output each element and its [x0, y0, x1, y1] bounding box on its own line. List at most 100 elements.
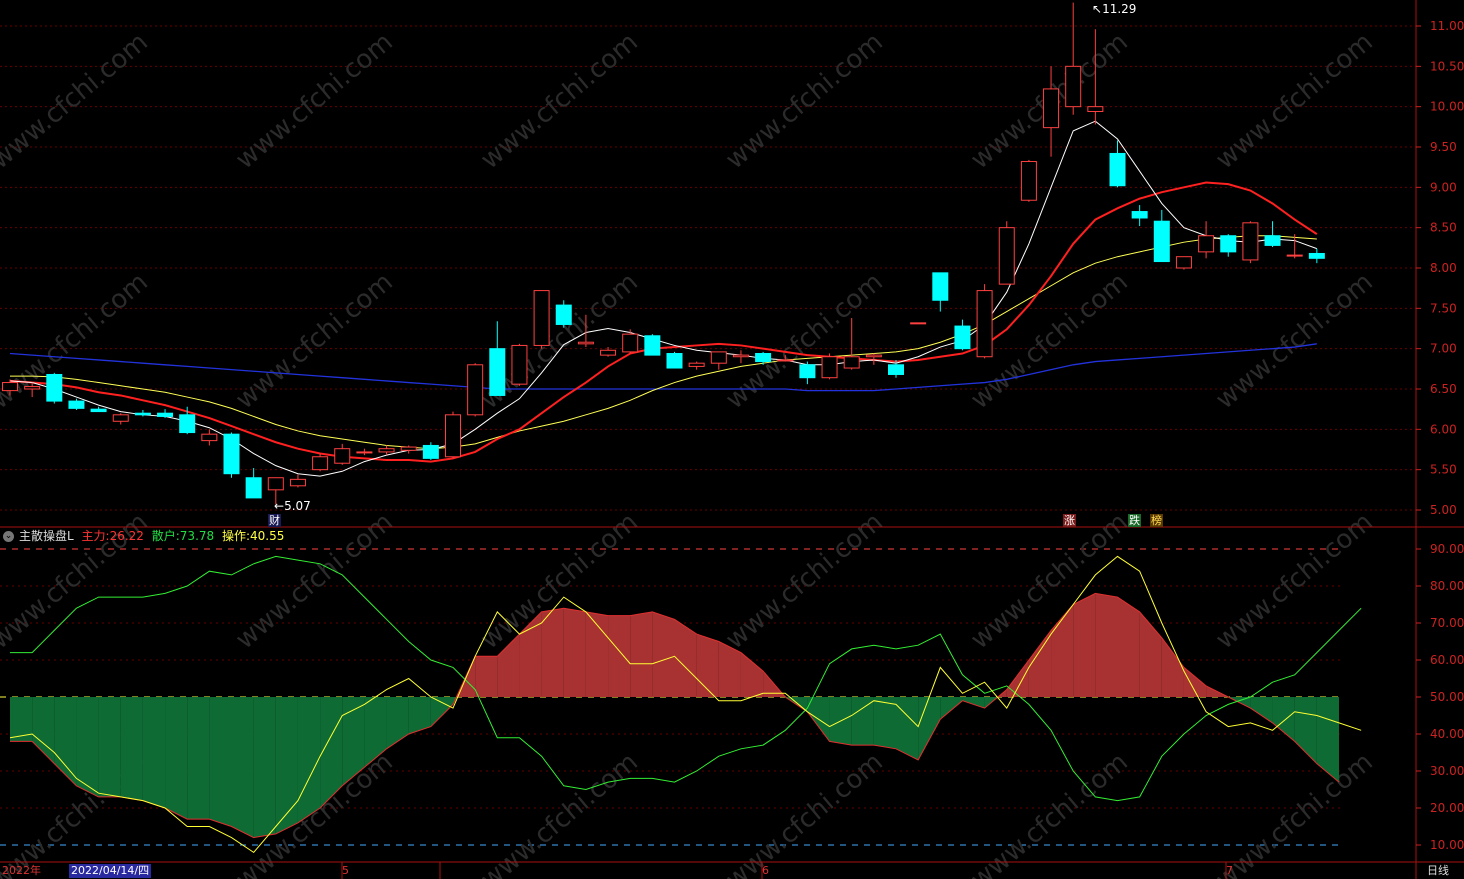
arrow-icon: ← — [274, 499, 285, 513]
price-tick-label: 7.50 — [1430, 301, 1457, 315]
watermark-text: www.cfchi.com — [720, 27, 889, 175]
candle — [1220, 234, 1237, 257]
indicator-tick-label: 10.00 — [1430, 838, 1464, 852]
candle-body — [445, 414, 461, 458]
main-force-area — [165, 697, 188, 820]
candle-body — [1043, 88, 1060, 129]
event-mark-down[interactable]: 跌 — [1128, 514, 1141, 527]
event-mark-up[interactable]: 涨 — [1063, 514, 1076, 527]
cursor-date: 2022/04/14/四 — [69, 864, 152, 878]
candle-body — [666, 353, 683, 369]
main-force-area — [1117, 597, 1140, 697]
candle — [1175, 256, 1192, 270]
price-tick-label: 10.50 — [1430, 59, 1464, 73]
main-force-area — [475, 656, 498, 697]
main-force-area — [630, 611, 653, 697]
main-force-area — [1316, 697, 1339, 783]
candle-body — [600, 349, 617, 356]
main-force-area — [231, 697, 254, 838]
candle-body — [511, 344, 528, 385]
candle — [710, 351, 727, 370]
main-force-area — [918, 697, 941, 760]
watermark-text: www.cfchi.com — [720, 267, 889, 415]
main-force-area — [563, 608, 586, 697]
price-tick-label: 8.00 — [1430, 261, 1457, 275]
candle-body — [489, 348, 506, 396]
candle — [1020, 159, 1037, 202]
candle-body — [356, 451, 373, 454]
candle-body — [932, 272, 949, 301]
watermark-text: www.cfchi.com — [720, 747, 889, 879]
indicator-tick-label: 70.00 — [1430, 616, 1464, 630]
event-mark-finance[interactable]: 财 — [268, 514, 281, 527]
indicator-tick-label: 80.00 — [1430, 579, 1464, 593]
indicator-tick-label: 50.00 — [1430, 690, 1464, 704]
main-force-area — [1294, 697, 1317, 764]
candle — [1109, 140, 1126, 188]
candle-body — [1242, 222, 1259, 261]
main-force-area — [1073, 593, 1096, 697]
arrow-icon: ↖ — [1092, 2, 1103, 16]
ma10-line — [9, 181, 1318, 463]
candle — [90, 406, 107, 413]
price-tick-label: 8.50 — [1430, 221, 1457, 235]
watermark-text: www.cfchi.com — [475, 27, 644, 175]
main-force-area — [652, 611, 675, 697]
indicator-tick-label: 90.00 — [1430, 542, 1464, 556]
main-force-area — [253, 697, 276, 838]
price-tick-label: 6.50 — [1430, 382, 1457, 396]
main-force-area — [1272, 697, 1295, 742]
collapse-indicator-icon[interactable]: ⌄ — [3, 531, 14, 542]
candle-body — [201, 433, 218, 442]
candle — [644, 334, 661, 356]
retail-label: 散户: — [151, 529, 180, 543]
event-mark-rank[interactable]: 榜 — [1150, 514, 1163, 527]
candle — [1242, 221, 1259, 264]
candle-body — [1065, 65, 1082, 108]
main-force-area — [1051, 604, 1074, 697]
candle-body — [179, 414, 196, 434]
stock-chart-canvas[interactable]: www.cfchi.com www.cfchi.com www.cfchi.com w… — [0, 0, 1464, 879]
candle — [688, 361, 705, 370]
indicator-name[interactable]: 主散操盘L — [19, 529, 74, 543]
candle-body — [888, 364, 904, 375]
main-force-area — [541, 608, 564, 697]
main-force-area — [408, 697, 431, 734]
candle — [1131, 205, 1148, 227]
candle — [46, 372, 63, 404]
main-force-area — [608, 615, 631, 697]
candle-body — [821, 356, 838, 379]
main-force-area — [120, 697, 143, 801]
month-label-july: 7 — [1226, 864, 1233, 877]
candle-body — [622, 333, 639, 353]
main-force-value: 26.22 — [109, 529, 144, 543]
candle — [1308, 248, 1325, 264]
watermark-text: www.cfchi.com — [230, 267, 399, 415]
candle — [622, 329, 639, 354]
candle-body — [799, 364, 816, 379]
month-label-may: 5 — [342, 864, 349, 877]
candle — [1264, 221, 1281, 248]
indicator-tick-label: 30.00 — [1430, 764, 1464, 778]
candle-body — [843, 356, 860, 369]
candle — [157, 409, 174, 419]
candle-body — [1020, 161, 1037, 201]
candle-body — [1087, 106, 1104, 113]
candle-body — [46, 373, 63, 402]
indicator-tick-label: 20.00 — [1430, 801, 1464, 815]
watermark-text: www.cfchi.com — [230, 27, 399, 175]
price-tick-label: 5.00 — [1430, 503, 1457, 517]
candle-body — [2, 382, 18, 392]
candle — [511, 343, 528, 386]
candle-body — [644, 335, 661, 356]
main-force-area — [873, 697, 896, 749]
candle-body — [134, 412, 151, 416]
retail-value: 73.78 — [179, 529, 215, 543]
candle-body — [467, 364, 484, 416]
low-price-marker: ←5.07 — [274, 499, 311, 513]
period-button[interactable]: 日线 — [1427, 864, 1449, 878]
candle — [1153, 209, 1170, 263]
candle-body — [998, 227, 1015, 285]
candle — [356, 448, 373, 456]
candle-body — [710, 351, 727, 364]
